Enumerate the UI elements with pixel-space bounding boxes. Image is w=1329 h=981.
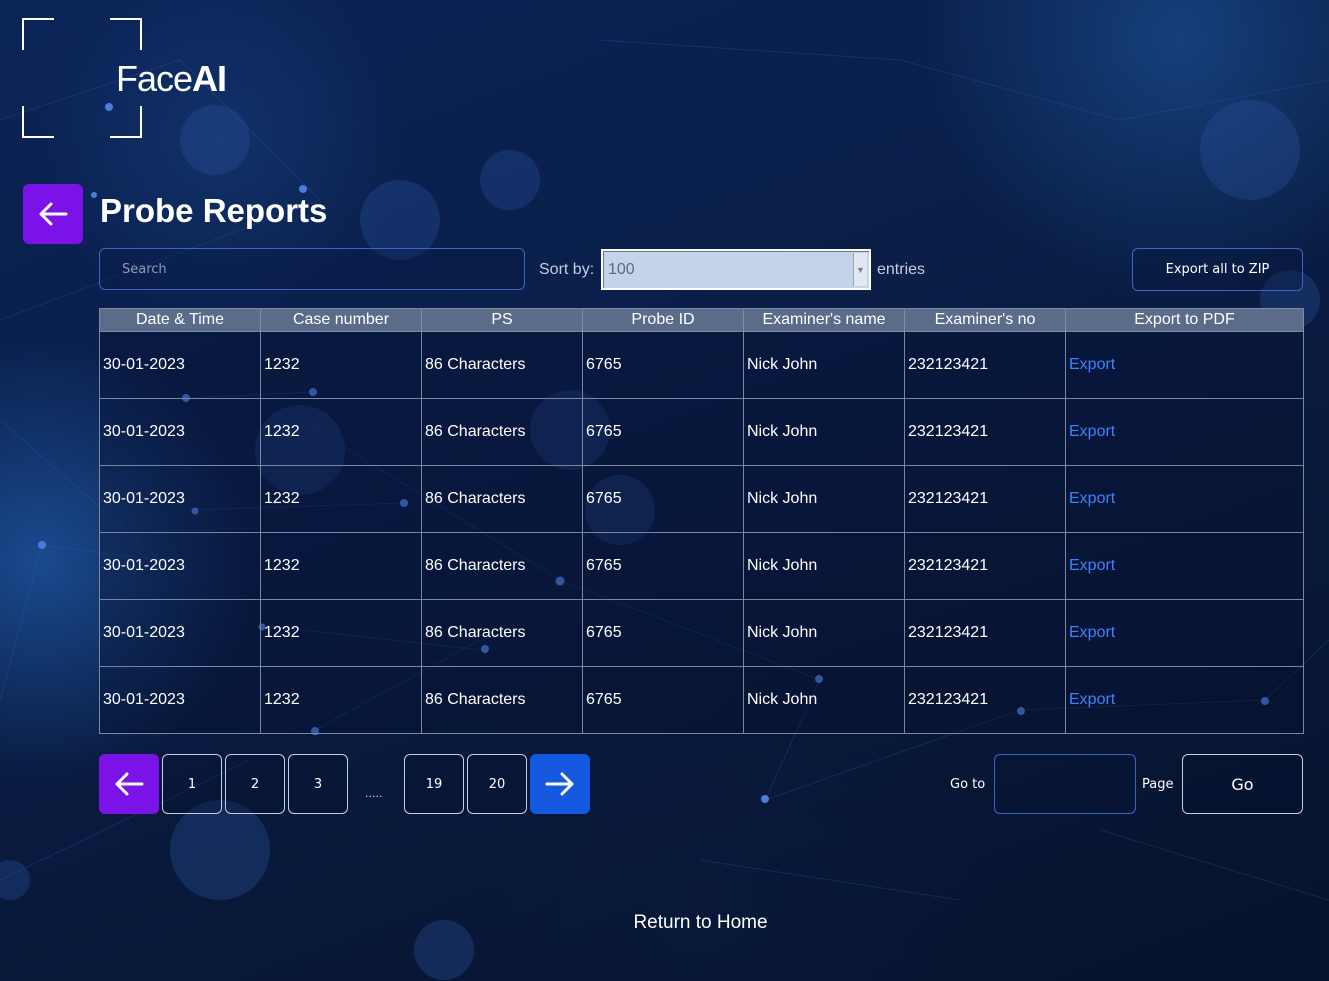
cell-probe-id: 6765: [582, 532, 744, 600]
probe-reports-table: Date & Time Case number PS Probe ID Exam…: [99, 308, 1304, 734]
column-header-case-number[interactable]: Case number: [260, 308, 422, 332]
cell-date-time: 30-01-2023: [99, 398, 261, 466]
chevron-down-icon[interactable]: ▼: [853, 253, 867, 286]
export-pdf-link[interactable]: Export: [1065, 599, 1304, 667]
cell-probe-id: 6765: [582, 398, 744, 466]
column-header-examiner-no[interactable]: Examiner's no: [904, 308, 1066, 332]
cell-ps: 86 Characters: [421, 465, 583, 533]
goto-label: Go to: [950, 777, 986, 792]
brand-name: FaceAI: [116, 58, 227, 100]
go-button[interactable]: Go: [1182, 754, 1303, 814]
cell-date-time: 30-01-2023: [99, 532, 261, 600]
export-pdf-link[interactable]: Export: [1065, 331, 1304, 399]
cell-date-time: 30-01-2023: [99, 599, 261, 667]
export-all-zip-button[interactable]: Export all to ZIP: [1132, 248, 1303, 291]
cell-case-number: 1232: [260, 465, 422, 533]
cell-ps: 86 Characters: [421, 398, 583, 466]
table-row: 30-01-2023 1232 86 Characters 6765 Nick …: [99, 331, 1304, 399]
return-home-link[interactable]: Return to Home: [633, 912, 767, 933]
table-header-row: Date & Time Case number PS Probe ID Exam…: [99, 308, 1304, 332]
column-header-export-pdf[interactable]: Export to PDF: [1065, 308, 1304, 332]
page-title: Probe Reports: [100, 192, 328, 229]
entries-label: entries: [877, 261, 926, 278]
cell-probe-id: 6765: [582, 599, 744, 667]
cell-examiner-name: Nick John: [743, 331, 905, 399]
column-header-probe-id[interactable]: Probe ID: [582, 308, 744, 332]
logo-corner: [22, 18, 54, 50]
cell-ps: 86 Characters: [421, 532, 583, 600]
column-header-date-time[interactable]: Date & Time: [99, 308, 261, 332]
cell-probe-id: 6765: [582, 465, 744, 533]
cell-examiner-no: 232123421: [904, 398, 1066, 466]
cell-examiner-name: Nick John: [743, 398, 905, 466]
cell-date-time: 30-01-2023: [99, 331, 261, 399]
brand-name-bold: AI: [192, 58, 227, 99]
cell-case-number: 1232: [260, 532, 422, 600]
sort-select[interactable]: 100 ▼: [601, 249, 871, 290]
cell-examiner-name: Nick John: [743, 599, 905, 667]
column-header-ps[interactable]: PS: [421, 308, 583, 332]
cell-examiner-no: 232123421: [904, 331, 1066, 399]
export-pdf-link[interactable]: Export: [1065, 398, 1304, 466]
cell-examiner-no: 232123421: [904, 599, 1066, 667]
cell-date-time: 30-01-2023: [99, 465, 261, 533]
table-row: 30-01-2023 1232 86 Characters 6765 Nick …: [99, 666, 1304, 734]
logo-corner: [110, 106, 142, 138]
logo-corner: [110, 18, 142, 50]
footer: Return to Home: [0, 912, 1329, 934]
arrow-right-icon: [545, 772, 574, 796]
cell-examiner-no: 232123421: [904, 465, 1066, 533]
cell-examiner-name: Nick John: [743, 666, 905, 734]
sort-label: Sort by:: [539, 261, 595, 278]
arrow-left-icon: [39, 202, 68, 226]
cell-examiner-no: 232123421: [904, 532, 1066, 600]
brand-name-light: Face: [116, 58, 193, 99]
table-row: 30-01-2023 1232 86 Characters 6765 Nick …: [99, 465, 1304, 533]
table-row: 30-01-2023 1232 86 Characters 6765 Nick …: [99, 599, 1304, 667]
table-row: 30-01-2023 1232 86 Characters 6765 Nick …: [99, 398, 1304, 466]
table-row: 30-01-2023 1232 86 Characters 6765 Nick …: [99, 532, 1304, 600]
cell-case-number: 1232: [260, 666, 422, 734]
pagination-ellipsis: .....: [365, 787, 383, 800]
cell-ps: 86 Characters: [421, 331, 583, 399]
cell-probe-id: 6765: [582, 331, 744, 399]
goto-page-input[interactable]: [994, 754, 1136, 814]
logo-corner: [22, 106, 54, 138]
page-button-2[interactable]: 2: [225, 754, 285, 814]
search-input[interactable]: [99, 248, 525, 290]
cell-examiner-name: Nick John: [743, 465, 905, 533]
cell-case-number: 1232: [260, 599, 422, 667]
arrow-left-icon: [115, 772, 144, 796]
export-pdf-link[interactable]: Export: [1065, 465, 1304, 533]
cell-date-time: 30-01-2023: [99, 666, 261, 734]
cell-case-number: 1232: [260, 398, 422, 466]
cell-case-number: 1232: [260, 331, 422, 399]
column-header-examiner-name[interactable]: Examiner's name: [743, 308, 905, 332]
page-button-1[interactable]: 1: [162, 754, 222, 814]
cell-examiner-name: Nick John: [743, 532, 905, 600]
export-pdf-link[interactable]: Export: [1065, 532, 1304, 600]
previous-page-button[interactable]: [99, 754, 159, 814]
export-pdf-link[interactable]: Export: [1065, 666, 1304, 734]
page-button-20[interactable]: 20: [467, 754, 527, 814]
page-label: Page: [1142, 777, 1174, 792]
cell-ps: 86 Characters: [421, 599, 583, 667]
back-button[interactable]: [23, 184, 83, 244]
cell-ps: 86 Characters: [421, 666, 583, 734]
cell-examiner-no: 232123421: [904, 666, 1066, 734]
page-button-3[interactable]: 3: [288, 754, 348, 814]
next-page-button[interactable]: [530, 754, 590, 814]
cell-probe-id: 6765: [582, 666, 744, 734]
page-button-19[interactable]: 19: [404, 754, 464, 814]
sort-select-value: 100: [608, 260, 635, 278]
